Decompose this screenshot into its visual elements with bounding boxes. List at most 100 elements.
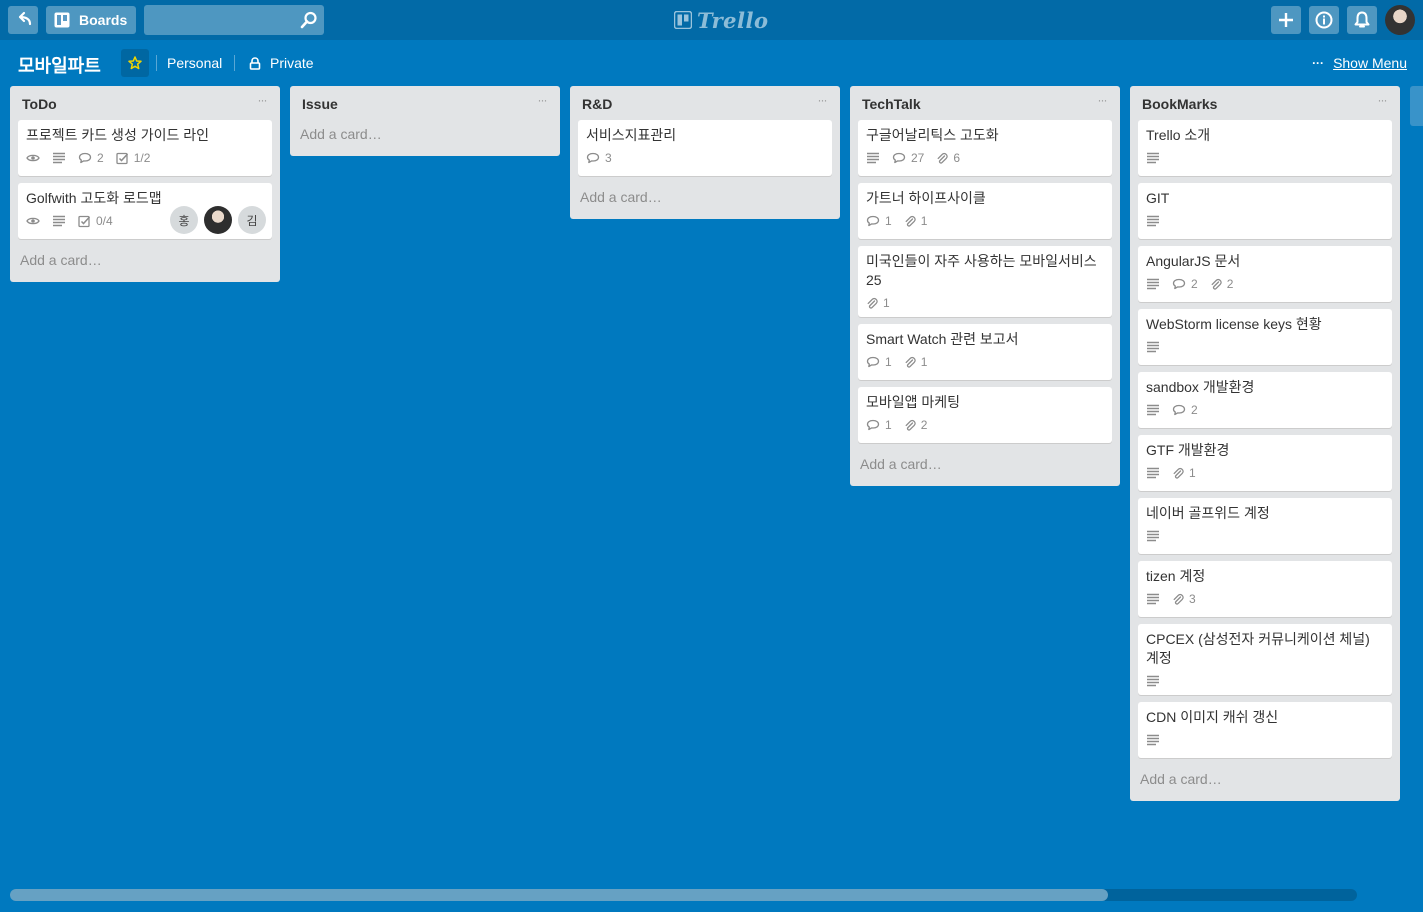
list-title[interactable]: Issue	[302, 96, 338, 112]
paperclip-icon	[936, 152, 953, 165]
trello-logo[interactable]: Trello	[674, 7, 769, 33]
show-menu-button[interactable]: ··· Show Menu	[1312, 55, 1407, 71]
attachments-count: 1	[920, 355, 928, 369]
card[interactable]: sandbox 개발환경 2	[1138, 372, 1392, 428]
card[interactable]: Golfwith 고도화 로드맵 0/4 홍 김	[18, 183, 272, 239]
list-header[interactable]: ToDo ···	[10, 86, 280, 120]
attachments-badge: 3	[1172, 592, 1196, 606]
member-avatar[interactable]	[204, 206, 232, 234]
card-title: 구글어날리틱스 고도화	[866, 127, 999, 143]
card[interactable]: GTF 개발환경 1	[1138, 435, 1392, 491]
member-avatar[interactable]: 홍	[170, 206, 198, 234]
comments-badge: 1	[866, 418, 892, 432]
scrollbar-thumb[interactable]	[10, 889, 1108, 901]
list-0: ToDo ··· 프로젝트 카드 생성 가이드 라인 2 1/2 Golfwith 고도화…	[10, 86, 280, 282]
list-menu-button[interactable]: ···	[532, 92, 552, 108]
add-card-button[interactable]: Add a card…	[578, 183, 832, 211]
info-button[interactable]	[1309, 6, 1339, 34]
info-icon	[1315, 11, 1333, 29]
member-avatar[interactable]: 김	[238, 206, 266, 234]
card[interactable]: 서비스지표관리 3	[578, 120, 832, 176]
card-badges: 11	[866, 352, 1104, 372]
card[interactable]: 가트너 하이프사이클 1 1	[858, 183, 1112, 239]
list-title[interactable]: TechTalk	[862, 96, 921, 112]
comments-badge: 2	[1172, 403, 1198, 417]
paperclip-icon	[866, 297, 883, 310]
attachments-badge: 1	[1172, 466, 1196, 480]
card-badges	[1146, 671, 1384, 691]
comment-icon	[866, 215, 885, 227]
boards-button[interactable]: Boards	[46, 6, 136, 34]
checklist-icon	[116, 152, 134, 165]
list-menu-button[interactable]: ···	[1372, 92, 1392, 108]
comment-icon	[1172, 278, 1191, 290]
card-title: GTF 개발환경	[1146, 442, 1230, 458]
card[interactable]: CPCEX (삼성전자 커뮤니케이션 체널) 계정	[1138, 624, 1392, 695]
card-title: CPCEX (삼성전자 커뮤니케이션 체널) 계정	[1146, 631, 1370, 666]
comments-count: 2	[1191, 277, 1198, 291]
card-title: CDN 이미지 캐쉬 갱신	[1146, 709, 1279, 725]
card-title: 미국인들이 자주 사용하는 모바일서비스 25	[866, 253, 1097, 288]
list-menu-button[interactable]: ···	[1092, 92, 1112, 108]
card-badges: 1	[1146, 463, 1384, 483]
search-icon[interactable]	[300, 11, 318, 29]
team-link[interactable]: Personal	[167, 55, 222, 71]
list-title[interactable]: ToDo	[22, 96, 57, 112]
list-title[interactable]: R&D	[582, 96, 612, 112]
star-button[interactable]	[121, 49, 149, 77]
paperclip-icon	[904, 215, 921, 228]
list-menu-button[interactable]: ···	[252, 92, 272, 108]
add-card-button[interactable]: Add a card…	[18, 246, 272, 274]
star-icon	[128, 56, 142, 70]
list-menu-button[interactable]: ···	[812, 92, 832, 108]
list-header[interactable]: R&D ···	[570, 86, 840, 120]
card-title: 네이버 골프위드 계정	[1146, 505, 1270, 521]
add-button[interactable]	[1271, 6, 1301, 34]
card[interactable]: WebStorm license keys 현황	[1138, 309, 1392, 365]
card-badges: 3	[1146, 589, 1384, 609]
description-icon	[1146, 734, 1160, 746]
add-card-button[interactable]: Add a card…	[1138, 765, 1392, 793]
list-title[interactable]: BookMarks	[1142, 96, 1217, 112]
card[interactable]: Smart Watch 관련 보고서 1 1	[858, 324, 1112, 380]
card[interactable]: 구글어날리틱스 고도화 27 6	[858, 120, 1112, 176]
list-header[interactable]: Issue ···	[290, 86, 560, 120]
comments-badge: 3	[586, 151, 612, 165]
comments-badge: 2	[1172, 277, 1198, 291]
card[interactable]: AngularJS 문서 2 2	[1138, 246, 1392, 302]
add-card-button[interactable]: Add a card…	[858, 450, 1112, 478]
list-header[interactable]: BookMarks ···	[1130, 86, 1400, 120]
card[interactable]: tizen 계정 3	[1138, 561, 1392, 617]
notifications-button[interactable]	[1347, 6, 1377, 34]
bell-icon	[1354, 11, 1370, 28]
card[interactable]: 모바일앱 마케팅 1 2	[858, 387, 1112, 443]
lock-icon	[249, 56, 261, 70]
card-badges	[1146, 337, 1384, 357]
card-badges	[1146, 526, 1384, 546]
card[interactable]: 네이버 골프위드 계정	[1138, 498, 1392, 554]
card[interactable]: 미국인들이 자주 사용하는 모바일서비스 25 1	[858, 246, 1112, 317]
card[interactable]: 프로젝트 카드 생성 가이드 라인 2 1/2	[18, 120, 272, 176]
card[interactable]: Trello 소개	[1138, 120, 1392, 176]
board-title[interactable]: 모바일파트	[18, 52, 101, 78]
attachments-badge: 1	[904, 214, 928, 228]
add-card-button[interactable]: Add a card…	[298, 120, 552, 148]
user-avatar[interactable]	[1385, 5, 1415, 35]
next-list-edge[interactable]	[1410, 86, 1423, 126]
card-badges: 12	[866, 415, 1104, 435]
comment-icon	[892, 152, 911, 164]
list-header[interactable]: TechTalk ···	[850, 86, 1120, 120]
back-button[interactable]	[8, 6, 38, 34]
search-box[interactable]	[144, 5, 324, 35]
card[interactable]: GIT	[1138, 183, 1392, 239]
visibility-button[interactable]: Private	[249, 55, 314, 71]
card-badges	[1146, 730, 1384, 750]
card-title: 모바일앱 마케팅	[866, 394, 961, 410]
card-title: tizen 계정	[1146, 568, 1206, 584]
description-icon	[1146, 675, 1160, 687]
card[interactable]: CDN 이미지 캐쉬 갱신	[1138, 702, 1392, 758]
card-badges	[1146, 211, 1384, 231]
attachments-count: 1	[920, 214, 928, 228]
search-input[interactable]	[144, 5, 294, 35]
horizontal-scrollbar[interactable]	[10, 889, 1357, 901]
